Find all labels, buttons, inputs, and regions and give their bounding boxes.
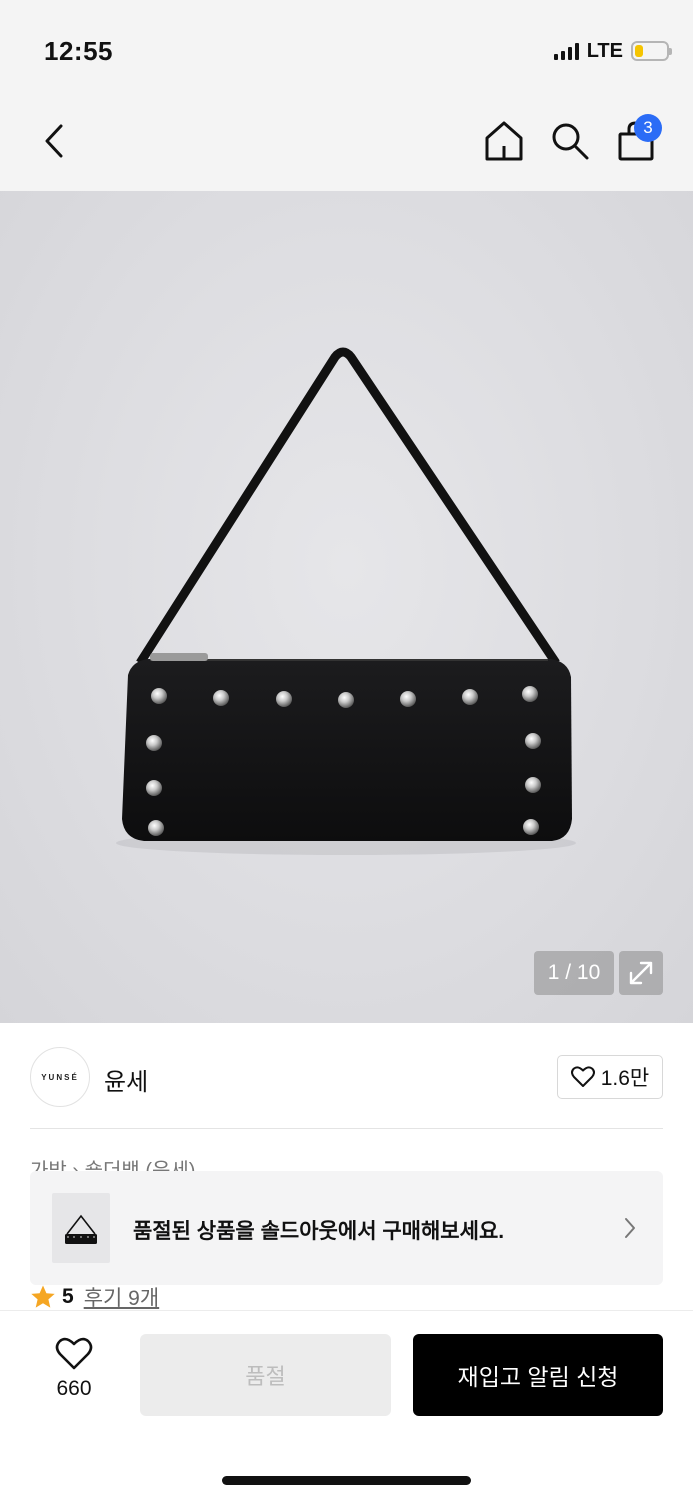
network-type: LTE [586, 39, 623, 62]
rating-score: 5 [62, 1285, 74, 1308]
wishlist-count: 660 [56, 1377, 92, 1400]
status-bar: 12:55 LTE [0, 0, 693, 95]
heart-icon [55, 1337, 93, 1370]
brand-logo[interactable]: YUNSÉ [30, 1047, 90, 1107]
divider [30, 1128, 663, 1129]
home-indicator [222, 1476, 471, 1485]
brand-like-count: 1.6만 [600, 1067, 650, 1090]
brand-like-button[interactable]: 1.6만 [557, 1055, 663, 1099]
cart-button[interactable]: 3 [614, 114, 662, 165]
top-nav: 3 [0, 95, 693, 191]
chevron-left-icon [45, 124, 63, 158]
banner-thumbnail [52, 1193, 110, 1263]
expand-image-button[interactable] [619, 951, 663, 995]
expand-icon [629, 961, 653, 985]
cart-count-badge: 3 [634, 114, 662, 142]
image-counter: 1 / 10 [534, 951, 614, 995]
brand-name[interactable]: 윤세 [104, 1062, 148, 1097]
banner-text: 품절된 상품을 솔드아웃에서 구매해보세요. [133, 1220, 505, 1243]
home-icon [485, 121, 523, 161]
product-image-gallery[interactable]: 1 / 10 [0, 191, 693, 1023]
wishlist-button[interactable]: 660 [44, 1337, 104, 1401]
status-time: 12:55 [44, 36, 113, 66]
search-icon [552, 123, 589, 160]
back-button[interactable] [32, 119, 76, 163]
status-indicators: LTE [553, 38, 672, 64]
brand-row: YUNSÉ 윤세 1.6만 [30, 1047, 663, 1107]
bottom-action-bar: 660 품절 재입고 알림 신청 [0, 1310, 693, 1500]
soldout-banner[interactable]: 품절된 상품을 솔드아웃에서 구매해보세요. [30, 1171, 663, 1285]
home-button[interactable] [482, 117, 526, 165]
search-button[interactable] [548, 117, 592, 165]
product-photo [116, 347, 576, 855]
signal-icon [553, 42, 579, 60]
soldout-button[interactable]: 품절 [140, 1334, 391, 1416]
battery-icon [631, 41, 672, 61]
review-link[interactable]: 후기 9개 [84, 1282, 159, 1312]
star-icon [31, 1285, 55, 1308]
restock-alert-button[interactable]: 재입고 알림 신청 [413, 1334, 663, 1416]
rating-row: 5 후기 9개 [30, 1282, 159, 1312]
chevron-right-icon [625, 1218, 635, 1238]
heart-icon [570, 1066, 595, 1087]
